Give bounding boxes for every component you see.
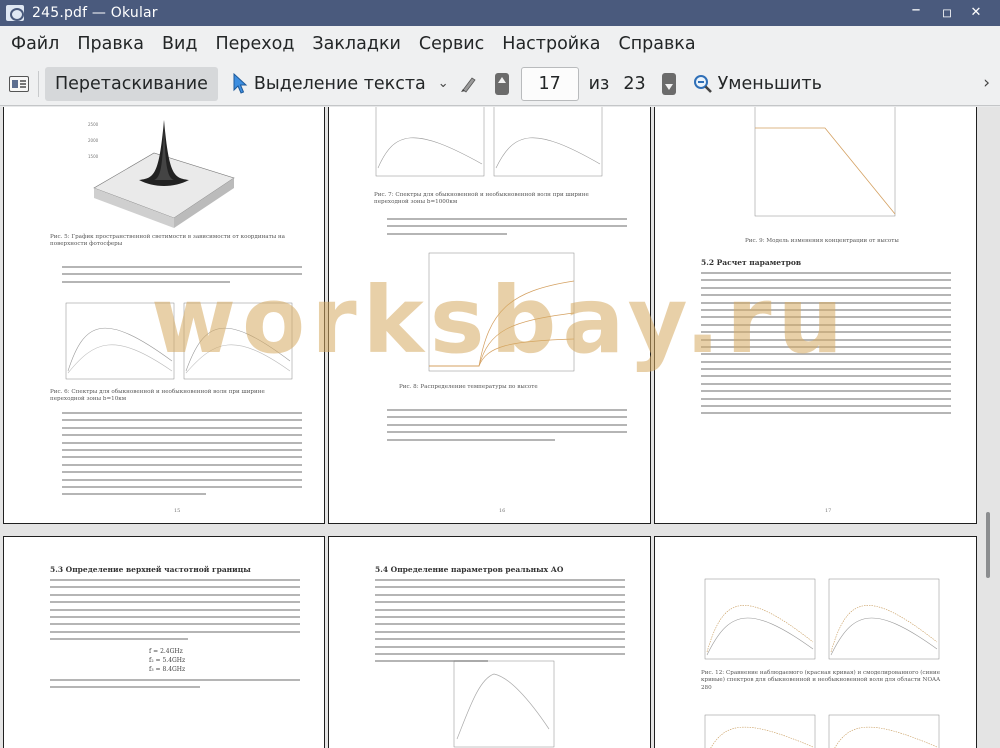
comparison-plot-pair <box>704 578 940 660</box>
menu-edit[interactable]: Правка <box>68 34 153 54</box>
page-of-label: из <box>588 73 610 94</box>
spectrum-plot <box>453 660 555 748</box>
paragraph <box>50 679 300 694</box>
menu-view[interactable]: Вид <box>153 34 206 54</box>
text-select-cursor-icon[interactable] <box>232 72 248 95</box>
page-16: Рис. 7: Спектры для обыкновенной и необы… <box>329 107 650 523</box>
main-toolbar: Перетаскивание Выделение текста ⌄ 17 из … <box>0 62 1000 106</box>
svg-text:2000: 2000 <box>88 138 99 143</box>
paragraph <box>50 579 300 646</box>
concentration-plot <box>754 107 896 217</box>
previous-page-icon[interactable] <box>494 72 509 95</box>
browse-tool-button[interactable]: Перетаскивание <box>45 66 218 101</box>
toolbar-separator <box>38 70 39 97</box>
page-15: 2500 2000 1500 Рис. 5: График пространст… <box>4 107 324 523</box>
title-bar: 245.pdf — Okular – ◽ ✕ <box>0 0 1000 26</box>
maximize-button[interactable]: ◽ <box>937 3 957 23</box>
section-title: 5.2 Расчет параметров <box>701 258 802 267</box>
page-20: Рис. 12: Сравнение наблюдаемого (красная… <box>655 537 976 748</box>
chevron-down-icon[interactable]: ⌄ <box>438 76 449 91</box>
figure-caption: Рис. 12: Сравнение наблюдаемого (красная… <box>701 670 941 691</box>
equation: f₃ = 8.4GHz <box>149 666 186 673</box>
annotate-pen-icon[interactable] <box>459 74 479 94</box>
window-title: 245.pdf — Okular <box>32 5 158 21</box>
page-number-input[interactable]: 17 <box>520 66 579 101</box>
menu-settings[interactable]: Настройка <box>493 34 609 54</box>
section-title: 5.4 Определение параметров реальных АО <box>375 565 564 574</box>
okular-app-icon <box>6 5 24 21</box>
page-number: 15 <box>174 508 181 514</box>
paragraph <box>375 579 625 668</box>
sidebar-toggle-icon[interactable] <box>9 75 29 92</box>
page-number: 16 <box>499 508 506 514</box>
bullet-paragraph <box>387 218 627 240</box>
temperature-plot <box>428 252 575 372</box>
spectra-plot-pair <box>375 107 603 177</box>
svg-text:1500: 1500 <box>88 154 99 159</box>
figure-caption: Рис. 9: Модель изменения концентрации от… <box>745 238 899 244</box>
minimize-button[interactable]: – <box>906 1 926 23</box>
equation: f₂ = 5.4GHz <box>149 657 186 664</box>
svg-text:2500: 2500 <box>88 122 99 127</box>
equations: f = 2.4GHz f₂ = 5.4GHz f₃ = 8.4GHz <box>149 647 185 674</box>
page-17: Рис. 9: Модель изменения концентрации от… <box>655 107 976 523</box>
zoom-out-icon[interactable] <box>693 74 713 94</box>
surface-plot: 2500 2000 1500 <box>88 120 235 228</box>
menu-help[interactable]: Справка <box>609 34 704 54</box>
close-button[interactable]: ✕ <box>966 3 986 23</box>
page-19: 5.4 Определение параметров реальных АО <box>329 537 650 748</box>
page-18: 5.3 Определение верхней частотной границ… <box>4 537 324 748</box>
section-title: 5.3 Определение верхней частотной границ… <box>50 565 251 574</box>
figure-caption: Рис. 5: График пространственной светимос… <box>50 234 286 248</box>
zoom-out-button[interactable]: Уменьшить <box>718 74 822 94</box>
figure-caption: Рис. 6: Спектры для обыкновенной и необы… <box>50 389 265 403</box>
figure-caption: Рис. 8: Распределение температуры по выс… <box>399 384 538 390</box>
document-viewport[interactable]: 2500 2000 1500 Рис. 5: График пространст… <box>0 107 1000 748</box>
figure-caption: Рис. 7: Спектры для обыкновенной и необы… <box>374 192 589 206</box>
spectra-plot-pair <box>65 302 293 380</box>
equation: f = 2.4GHz <box>149 648 183 655</box>
page-total-label: 23 <box>623 73 646 94</box>
paragraph <box>62 266 302 288</box>
toolbar-overflow-icon[interactable]: › <box>983 73 990 93</box>
menu-tools[interactable]: Сервис <box>410 34 493 54</box>
text-select-button[interactable]: Выделение текста <box>254 74 426 94</box>
menu-bookmarks[interactable]: Закладки <box>303 34 409 54</box>
next-page-icon[interactable] <box>661 72 676 95</box>
paragraph <box>701 272 951 420</box>
page-number: 17 <box>825 508 832 514</box>
paragraph <box>62 412 302 501</box>
vertical-scrollbar-thumb[interactable] <box>986 512 990 578</box>
menu-go[interactable]: Переход <box>206 34 303 54</box>
menu-file[interactable]: Файл <box>2 34 68 54</box>
comparison-plot-pair <box>704 714 940 748</box>
bullet-paragraph <box>387 409 627 446</box>
menu-bar: Файл Правка Вид Переход Закладки Сервис … <box>0 26 1000 62</box>
